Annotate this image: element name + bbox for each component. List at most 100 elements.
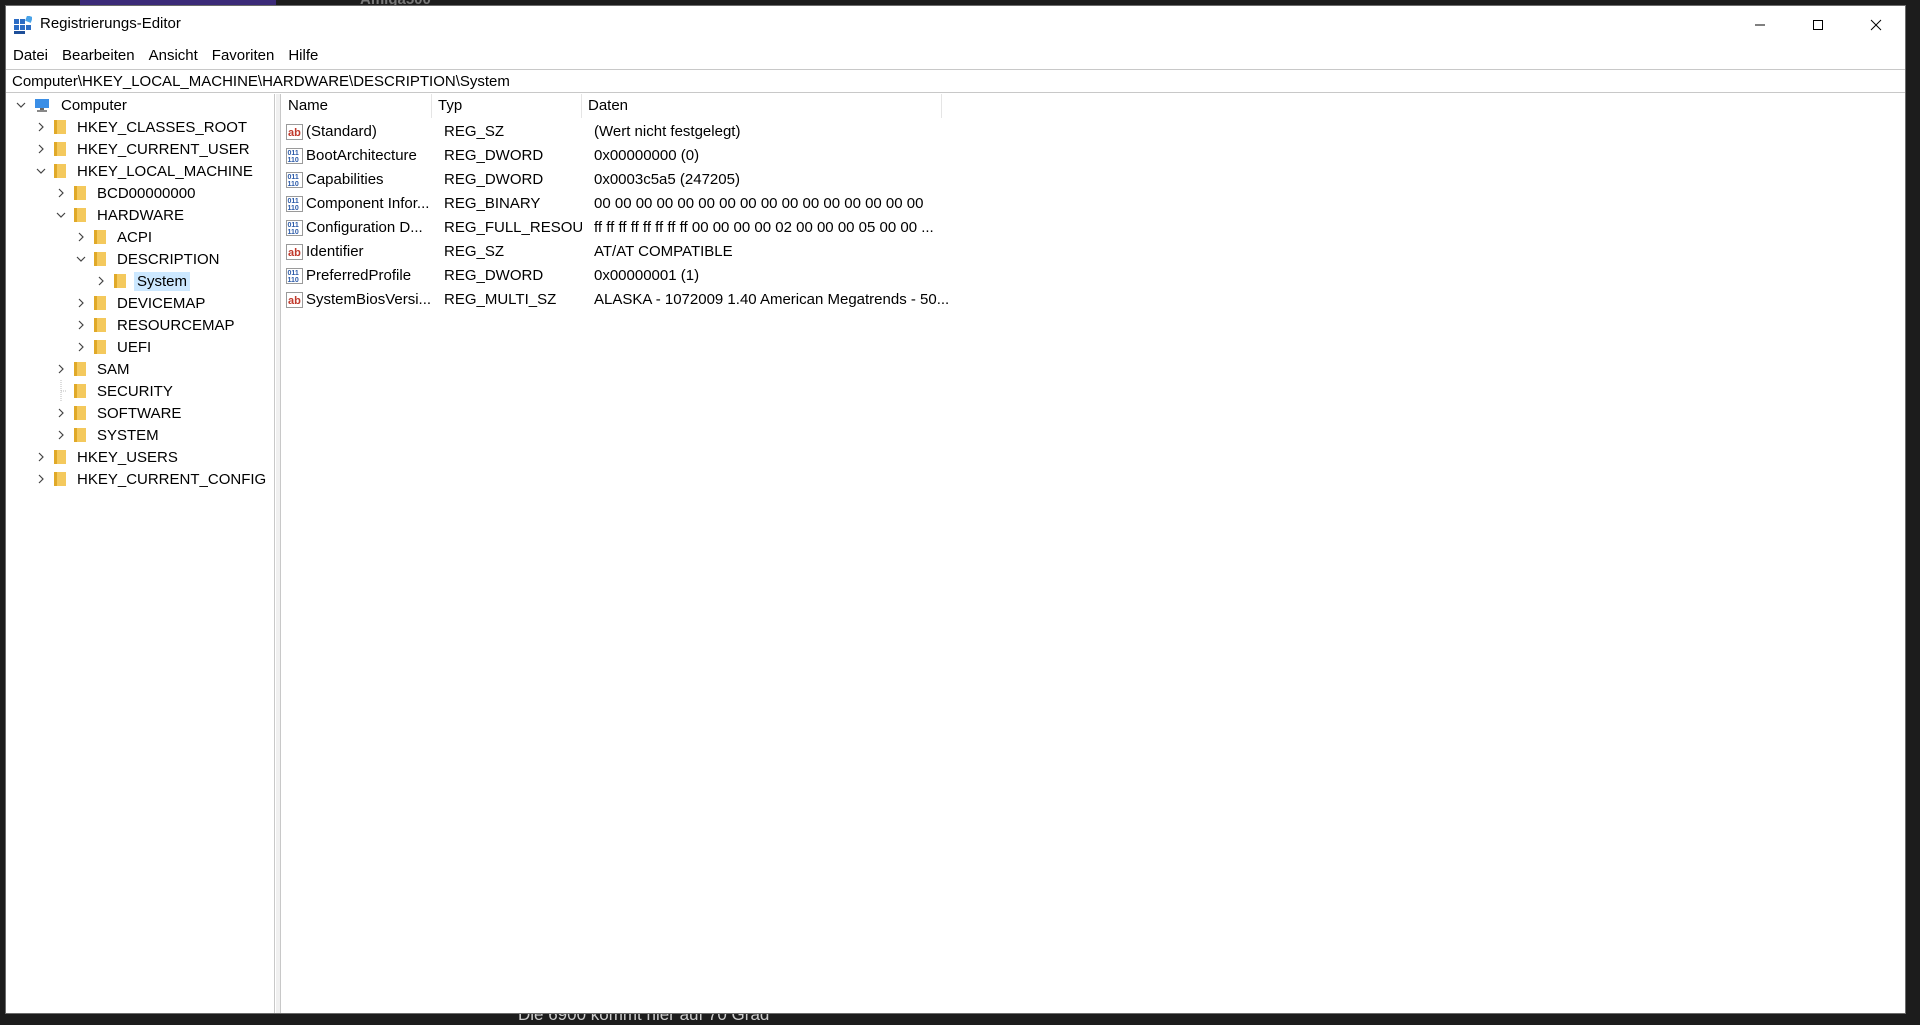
menu-hilfe[interactable]: Hilfe	[281, 44, 325, 68]
values-list[interactable]: Name Typ Daten ab (Standard) REG_SZ (Wert n…	[282, 94, 1905, 1013]
value-row[interactable]: 011110Configuration D...REG_FULL_RESOUR.…	[282, 216, 982, 240]
chevron-right-icon	[38, 474, 44, 484]
chevron-down-icon	[36, 168, 46, 174]
tree-node-label: HKEY_USERS	[77, 448, 178, 466]
tree-expander[interactable]	[74, 248, 88, 270]
value-row[interactable]: ab (Standard) REG_SZ (Wert nicht festgelegt…	[282, 120, 982, 144]
tree-expander[interactable]	[14, 94, 28, 116]
title-bar[interactable]: Registrierungs-Editor	[6, 6, 1905, 44]
value-name: BootArchitecture	[306, 147, 417, 164]
svg-text:110: 110	[288, 277, 299, 284]
tree-expander[interactable]	[34, 138, 48, 160]
svg-text:011: 011	[288, 222, 299, 229]
chevron-down-icon	[56, 212, 66, 218]
chevron-right-icon	[78, 342, 84, 352]
key-tree[interactable]: Computer HKEY_CLASSES_ROOT HKEY_CURRENT_US…	[6, 94, 275, 1013]
folder-icon	[74, 384, 86, 398]
svg-text:011: 011	[288, 174, 299, 181]
tree-node[interactable]: BCD00000000	[54, 182, 198, 204]
menu-favoriten[interactable]: Favoriten	[205, 44, 282, 68]
tree-node[interactable]: SECURITY	[54, 380, 176, 402]
chevron-right-icon	[58, 188, 64, 198]
value-type: REG_DWORD	[444, 147, 544, 164]
column-type-header[interactable]: Typ	[432, 94, 582, 118]
tree-node-label: SAM	[97, 360, 130, 378]
tree-node[interactable]: RESOURCEMAP	[74, 314, 238, 336]
tree-node[interactable]: SYSTEM	[54, 424, 162, 446]
tree-node[interactable]: HKEY_LOCAL_MACHINE	[34, 160, 256, 182]
column-data-header[interactable]: Daten	[582, 94, 942, 118]
tree-expander[interactable]	[34, 468, 48, 490]
value-data: 0x0003c5a5 (247205)	[594, 171, 740, 188]
svg-text:ab: ab	[288, 247, 301, 259]
close-button[interactable]	[1847, 6, 1905, 44]
tree-node-label: HKEY_CURRENT_USER	[77, 140, 250, 158]
folder-icon	[94, 252, 106, 266]
tree-expander[interactable]	[74, 336, 88, 358]
value-row[interactable]: 011 110 BootArchitecture REG_DWORD 0x0000000…	[282, 144, 982, 168]
address-path[interactable]: Computer\HKEY_LOCAL_MACHINE\HARDWARE\DES…	[12, 72, 510, 91]
menu-bearbeiten[interactable]: Bearbeiten	[55, 44, 142, 68]
menu-ansicht[interactable]: Ansicht	[142, 44, 205, 68]
value-data: 0x00000001 (1)	[594, 267, 700, 284]
tree-node[interactable]: System	[94, 270, 191, 292]
chevron-right-icon	[38, 144, 44, 154]
value-row[interactable]: 011 110 Component Infor... REG_BINARY 00 00 …	[282, 192, 982, 216]
regedit-icon	[14, 16, 32, 34]
value-row[interactable]: ab Identifier REG_SZ AT/AT COMPATIBLE	[282, 240, 982, 264]
maximize-button[interactable]	[1789, 6, 1847, 44]
tree-expander[interactable]	[34, 446, 48, 468]
tree-node[interactable]: DESCRIPTION	[74, 248, 223, 270]
tree-node[interactable]: HKEY_CURRENT_CONFIG	[34, 468, 269, 490]
tree-expander[interactable]	[54, 182, 68, 204]
tree-expander[interactable]	[54, 402, 68, 424]
menu-datei[interactable]: Datei	[6, 44, 55, 68]
tree-expander[interactable]	[54, 358, 68, 380]
tree-expander[interactable]	[34, 160, 48, 182]
tree-expander[interactable]	[54, 204, 68, 226]
tree-node[interactable]: HARDWARE	[54, 204, 187, 226]
tree-node-label: RESOURCEMAP	[117, 316, 235, 334]
tree-node[interactable]: ACPI	[74, 226, 155, 248]
column-name-header[interactable]: Name	[282, 94, 432, 118]
tree-node[interactable]: HKEY_USERS	[34, 446, 181, 468]
tree-node[interactable]: HKEY_CURRENT_USER	[34, 138, 253, 160]
tree-expander[interactable]	[74, 226, 88, 248]
close-icon	[1870, 19, 1882, 31]
svg-text:ab: ab	[288, 127, 301, 139]
address-bar[interactable]: Computer\HKEY_LOCAL_MACHINE\HARDWARE\DES…	[6, 69, 1905, 93]
tree-expander[interactable]	[34, 116, 48, 138]
folder-icon	[74, 362, 86, 376]
chevron-right-icon	[58, 430, 64, 440]
svg-text:011: 011	[288, 270, 299, 277]
tree-node[interactable]: DEVICEMAP	[74, 292, 208, 314]
tree-expander[interactable]	[74, 314, 88, 336]
registry-editor-window: Registrierungs-Editor Datei Bearbeiten A…	[5, 5, 1906, 1014]
tree-node[interactable]: UEFI	[74, 336, 154, 358]
folder-icon	[54, 120, 66, 134]
tree-node-label: Computer	[61, 96, 127, 114]
value-row[interactable]: 011 110 PreferredProfile REG_DWORD 0x0000000…	[282, 264, 982, 288]
tree-expander[interactable]	[54, 424, 68, 446]
pane-splitter[interactable]	[276, 94, 281, 1013]
binary-value-icon: 011110	[286, 220, 303, 236]
binary-value-icon: 011110	[286, 268, 303, 284]
value-name: Capabilities	[306, 171, 384, 188]
tree-node[interactable]: SAM	[54, 358, 133, 380]
value-data: (Wert nicht festgelegt)	[594, 123, 741, 140]
string-value-icon: ab	[286, 244, 303, 260]
folder-icon	[54, 142, 66, 156]
window-title: Registrierungs-Editor	[40, 15, 181, 32]
tree-node[interactable]: Computer	[14, 94, 130, 116]
value-row[interactable]: 011 110 Capabilities REG_DWORD 0x0003c5a5 (2…	[282, 168, 982, 192]
svg-text:110: 110	[288, 181, 299, 188]
minimize-button[interactable]	[1731, 6, 1789, 44]
tree-node[interactable]: HKEY_CLASSES_ROOT	[34, 116, 250, 138]
binary-value-icon: 011110	[286, 196, 303, 212]
tree-node[interactable]: SOFTWARE	[54, 402, 184, 424]
tree-expander[interactable]	[74, 292, 88, 314]
value-row[interactable]: ab SystemBiosVersi... REG_MULTI_SZ ALASKA -…	[282, 288, 982, 312]
tree-node-label: HKEY_LOCAL_MACHINE	[77, 162, 253, 180]
list-header: Name Typ Daten	[282, 94, 1905, 118]
tree-expander[interactable]	[94, 270, 108, 292]
